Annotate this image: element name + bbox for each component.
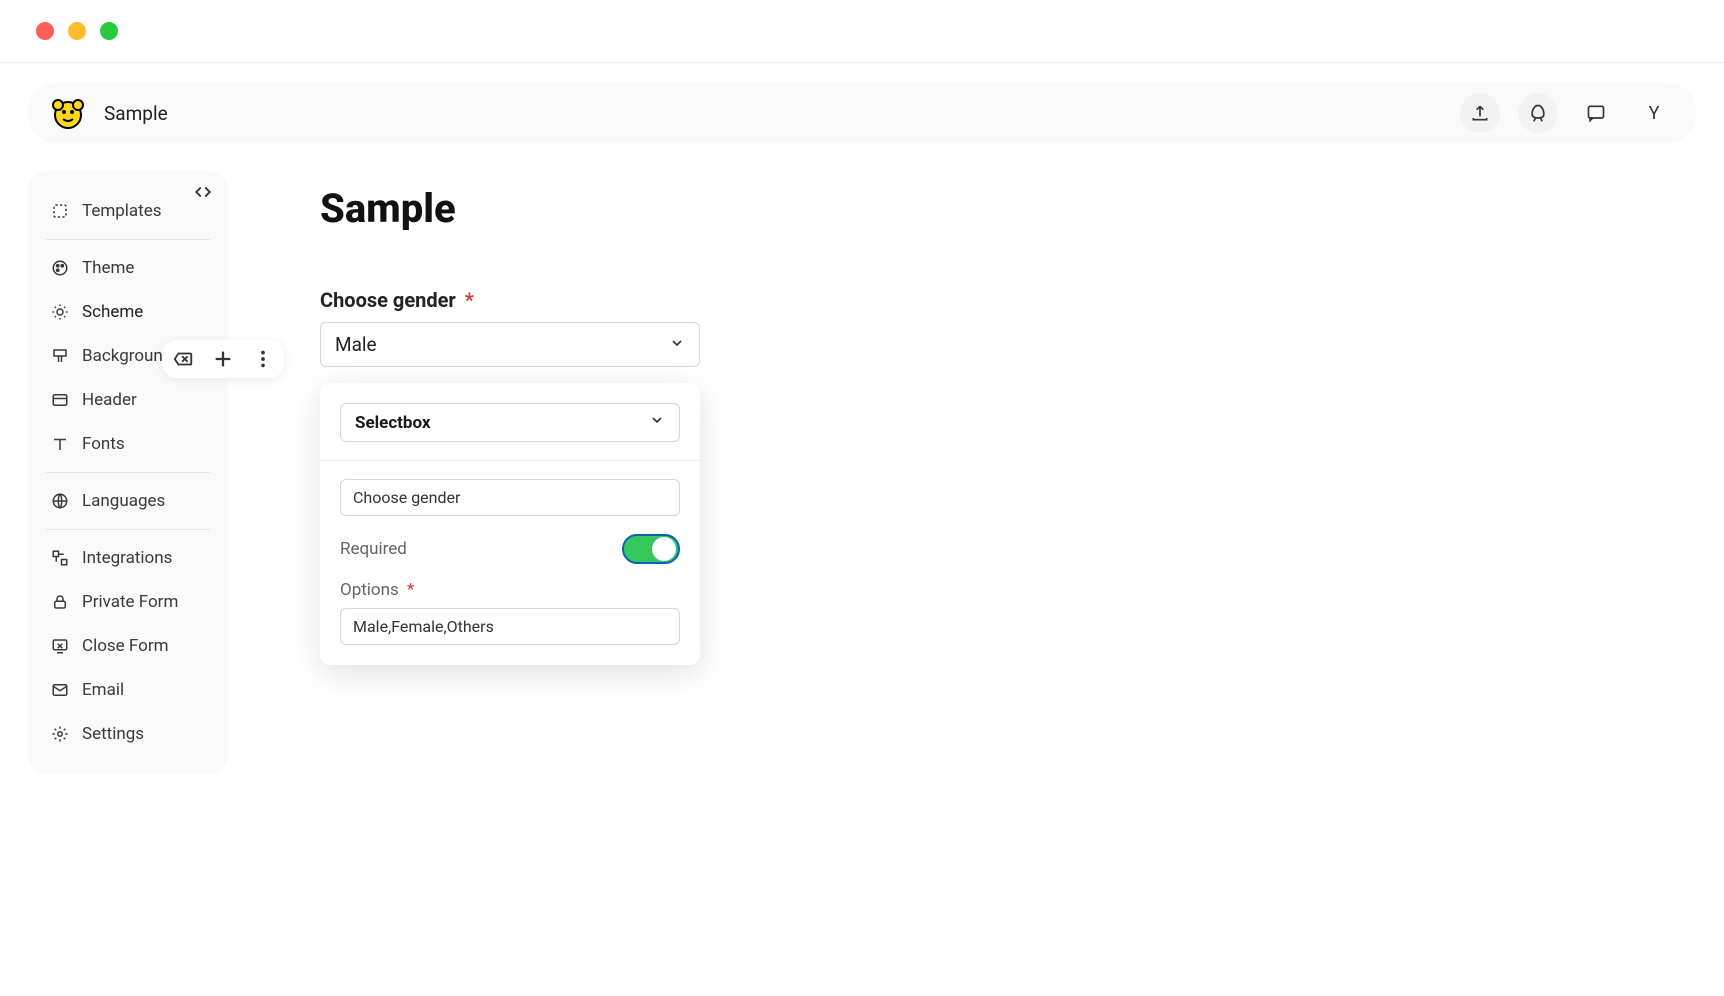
field-name-input[interactable] (340, 479, 680, 516)
templates-icon (50, 201, 70, 221)
sidebar-item-label: Private Form (82, 592, 178, 612)
sidebar-item-header[interactable]: Header (46, 378, 210, 422)
close-form-icon (50, 636, 70, 656)
sidebar-item-settings[interactable]: Settings (46, 712, 210, 756)
brush-icon (50, 346, 70, 366)
options-label-row: Options * (340, 580, 680, 600)
sun-icon (50, 302, 70, 322)
sidebar-item-label: Languages (82, 491, 165, 511)
app-logo (50, 95, 86, 131)
sidebar-item-fonts[interactable]: Fonts (46, 422, 210, 466)
delete-button[interactable] (172, 348, 194, 370)
chevron-down-icon (669, 333, 685, 356)
window-controls (0, 0, 1724, 62)
required-row: Required (340, 534, 680, 564)
integrations-icon (50, 548, 70, 568)
sidebar-item-label: Background (82, 346, 172, 366)
topbar: Sample Y (28, 83, 1696, 143)
sidebar-item-label: Settings (82, 724, 144, 744)
gear-icon (50, 724, 70, 744)
gender-select[interactable]: Male (320, 322, 700, 367)
launch-button[interactable] (1518, 93, 1558, 133)
globe-icon (50, 491, 70, 511)
sidebar-item-theme[interactable]: Theme (46, 246, 210, 290)
chevron-down-icon (649, 412, 665, 433)
sidebar-item-integrations[interactable]: Integrations (46, 536, 210, 580)
sidebar-item-label: Fonts (82, 434, 125, 454)
field-label-text: Choose gender (320, 288, 456, 312)
main-area: Sample Choose gender * Male Selectbox (268, 171, 1696, 774)
sidebar-item-label: Integrations (82, 548, 172, 568)
field-toolbar (162, 340, 284, 378)
field-type-select[interactable]: Selectbox (340, 403, 680, 442)
user-avatar[interactable]: Y (1634, 93, 1674, 133)
options-input[interactable] (340, 608, 680, 645)
code-toggle-icon[interactable] (194, 183, 212, 205)
page-title: Sample (320, 185, 1696, 232)
sidebar-item-private-form[interactable]: Private Form (46, 580, 210, 624)
required-asterisk: * (465, 288, 474, 312)
options-label: Options * (340, 580, 414, 600)
type-icon (50, 434, 70, 454)
sidebar-item-scheme[interactable]: Scheme (46, 290, 210, 334)
lock-icon (50, 592, 70, 612)
upload-button[interactable] (1460, 93, 1500, 133)
add-button[interactable] (212, 348, 234, 370)
sidebar-item-label: Close Form (82, 636, 169, 656)
comment-button[interactable] (1576, 93, 1616, 133)
mail-icon (50, 680, 70, 700)
palette-icon (50, 258, 70, 278)
sidebar-item-email[interactable]: Email (46, 668, 210, 712)
maximize-window-dot[interactable] (100, 22, 118, 40)
sidebar-item-label: Templates (82, 201, 162, 221)
sidebar-item-label: Email (82, 680, 124, 700)
header-icon (50, 390, 70, 410)
divider (0, 62, 1724, 63)
sidebar-item-languages[interactable]: Languages (46, 479, 210, 523)
field-config-card: Selectbox Required Options * (320, 383, 700, 665)
sidebar-item-close-form[interactable]: Close Form (46, 624, 210, 668)
required-label: Required (340, 539, 407, 559)
sidebar-item-templates[interactable]: Templates (46, 189, 210, 233)
sidebar-item-label: Scheme (82, 302, 143, 322)
minimize-window-dot[interactable] (68, 22, 86, 40)
required-toggle[interactable] (622, 534, 680, 564)
sidebar: Templates Theme Scheme Background Header (28, 171, 228, 774)
sidebar-item-label: Theme (82, 258, 134, 278)
close-window-dot[interactable] (36, 22, 54, 40)
field-block: Choose gender * Male (320, 288, 700, 367)
sidebar-item-label: Header (82, 390, 137, 410)
field-label: Choose gender * (320, 288, 700, 312)
topbar-title: Sample (104, 102, 168, 125)
select-value: Male (335, 333, 377, 356)
toggle-knob (652, 537, 676, 561)
divider (320, 460, 700, 461)
more-button[interactable] (252, 348, 274, 370)
required-asterisk: * (407, 580, 414, 600)
field-type-label: Selectbox (355, 413, 431, 433)
